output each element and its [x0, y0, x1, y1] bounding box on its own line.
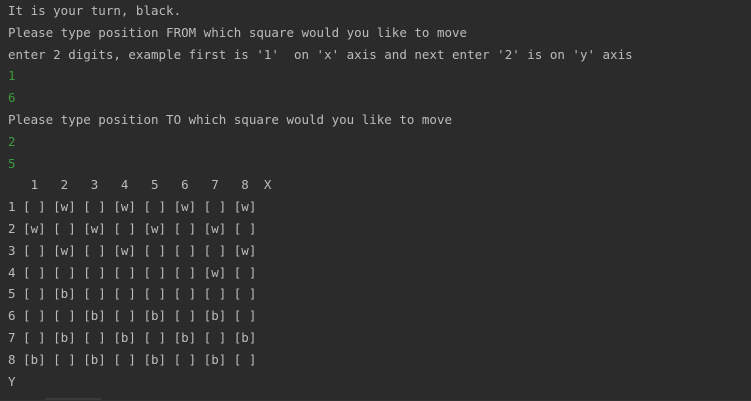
- board-row-3: 3 [ ] [w] [ ] [w] [ ] [ ] [ ] [w]: [8, 242, 257, 258]
- console-line-from-prompt: Please type position FROM which square w…: [8, 24, 468, 40]
- console-input-to-x: 2: [8, 133, 16, 149]
- board-row-7: 7 [ ] [b] [ ] [b] [ ] [b] [ ] [b]: [8, 329, 257, 345]
- board-y-axis-label: Y: [8, 373, 16, 389]
- board-row-5: 5 [ ] [b] [ ] [ ] [ ] [ ] [ ] [ ]: [8, 286, 257, 302]
- console-line-instructions: enter 2 digits, example first is '1' on …: [8, 46, 633, 62]
- board-row-4: 4 [ ] [ ] [ ] [ ] [ ] [ ] [w] [ ]: [8, 264, 257, 280]
- board-row-8: 8 [b] [ ] [b] [ ] [b] [ ] [b] [ ]: [8, 351, 257, 367]
- console-input-from-x: 1: [8, 68, 16, 84]
- board-x-axis-header: 1 2 3 4 5 6 7 8 X: [8, 177, 272, 193]
- console-line-turn: It is your turn, black.: [8, 3, 182, 18]
- board-row-2: 2 [w] [ ] [w] [ ] [w] [ ] [w] [ ]: [8, 220, 257, 236]
- console-line-to-prompt: Please type position TO which square wou…: [8, 111, 453, 127]
- console-input-to-y: 5: [8, 155, 16, 171]
- board-row-6: 6 [ ] [ ] [b] [ ] [b] [ ] [b] [ ]: [8, 308, 257, 324]
- console-input-from-y: 6: [8, 90, 16, 106]
- run-console[interactable]: It is your turn, black. Please type posi…: [0, 0, 751, 401]
- board-row-1: 1 [ ] [w] [ ] [w] [ ] [w] [ ] [w]: [8, 199, 257, 215]
